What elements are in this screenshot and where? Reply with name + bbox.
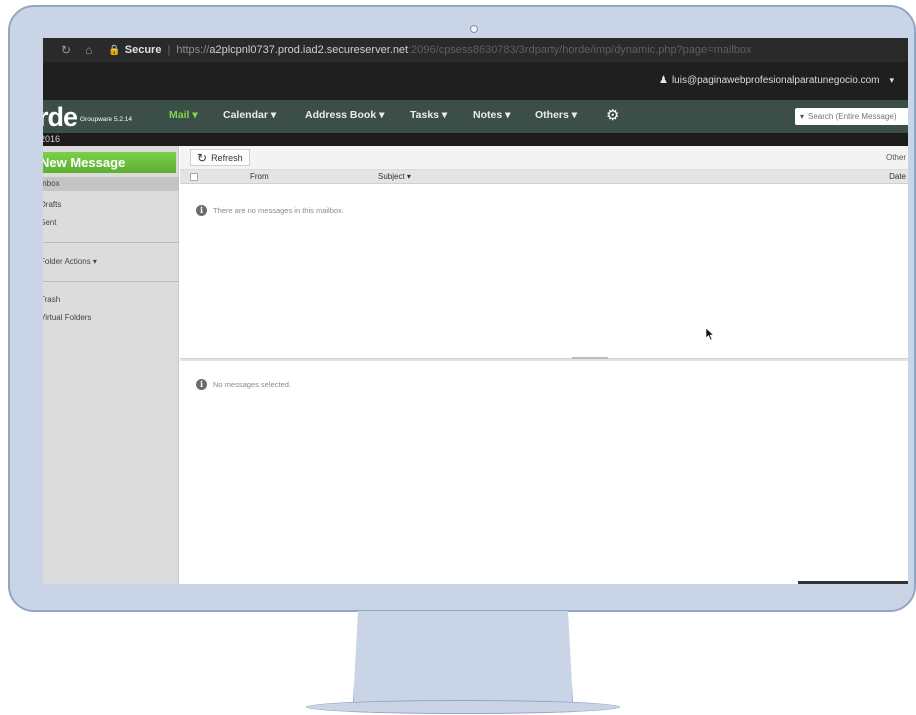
nav-calendar[interactable]: Calendar ▾ — [223, 109, 276, 121]
column-from[interactable]: From — [250, 172, 269, 181]
year-label: 2016 — [43, 134, 61, 144]
nav-address-book[interactable]: Address Book ▾ — [305, 109, 384, 121]
user-email: luis@paginawebprofesionalparatunegocio.c… — [671, 75, 880, 86]
gear-icon[interactable]: ⚙ — [606, 106, 619, 124]
app-logo: rde — [43, 102, 78, 132]
reload-icon[interactable]: ↻ — [61, 43, 71, 57]
sidebar-divider — [43, 242, 179, 243]
folder-inbox[interactable]: Inbox — [43, 177, 179, 191]
monitor-base — [306, 700, 620, 714]
sidebar-divider — [43, 281, 179, 282]
folder-virtual-folders[interactable]: Virtual Folders — [43, 313, 91, 322]
app-version: Groupware 5.2.14 — [80, 116, 133, 123]
info-icon: i — [196, 205, 207, 216]
select-all-checkbox[interactable] — [190, 173, 198, 181]
screen: ↻ ⌂ 🔒 Secure | https://a2plcpnl0737.prod… — [43, 38, 908, 584]
url-separator: | — [167, 44, 171, 56]
refresh-label: Refresh — [211, 152, 243, 163]
mailbox-pane: ↻ Refresh Other From Subject ▾ Date i Th… — [180, 146, 908, 584]
user-bar: ♟ luis@paginawebprofesionalparatunegocio… — [43, 62, 908, 100]
horizontal-scrollbar[interactable] — [798, 581, 908, 584]
secure-label: Secure — [124, 44, 162, 56]
folder-actions-menu[interactable]: Folder Actions ▾ — [43, 257, 97, 266]
splitter-handle[interactable] — [572, 357, 608, 359]
refresh-button[interactable]: ↻ Refresh — [190, 149, 250, 166]
info-icon: i — [196, 379, 207, 390]
search-box[interactable]: ▾ — [795, 108, 908, 125]
search-input[interactable] — [808, 112, 899, 121]
refresh-icon: ↻ — [197, 150, 208, 165]
other-menu[interactable]: Other — [886, 153, 906, 162]
monitor-frame: ↻ ⌂ 🔒 Secure | https://a2plcpnl0737.prod… — [8, 5, 916, 612]
search-scope-dropdown-icon[interactable]: ▾ — [800, 112, 804, 121]
main-nav: rde Groupware 5.2.14 Mail ▾ Calendar ▾ A… — [43, 100, 908, 133]
subheader-bar: 2016 — [43, 133, 908, 146]
sidebar: New Message Inbox Drafts Sent Folder Act… — [43, 146, 179, 584]
column-subject[interactable]: Subject ▾ — [378, 172, 411, 181]
message-list-header: From Subject ▾ Date — [180, 170, 908, 184]
monitor-stand — [353, 611, 573, 703]
mouse-cursor-icon — [705, 327, 715, 341]
new-message-button[interactable]: New Message — [43, 152, 176, 173]
preview-notice: i No messages selected. — [196, 379, 291, 390]
folder-trash[interactable]: Trash — [43, 295, 60, 304]
nav-tasks[interactable]: Tasks ▾ — [410, 109, 447, 121]
url-field[interactable]: https://a2plcpnl0737.prod.iad2.secureser… — [176, 44, 751, 56]
mailbox-toolbar: ↻ Refresh Other — [180, 146, 908, 170]
folder-sent[interactable]: Sent — [43, 218, 56, 227]
browser-address-bar: ↻ ⌂ 🔒 Secure | https://a2plcpnl0737.prod… — [43, 38, 908, 62]
chevron-down-icon: ▾ — [889, 75, 894, 85]
camera-dot — [470, 25, 478, 33]
empty-mailbox-notice: i There are no messages in this mailbox. — [196, 205, 344, 216]
lock-icon: 🔒 — [108, 44, 121, 56]
preview-text: No messages selected. — [213, 380, 291, 389]
nav-others[interactable]: Others ▾ — [535, 109, 577, 121]
home-icon[interactable]: ⌂ — [85, 43, 92, 57]
column-date[interactable]: Date — [889, 172, 906, 181]
pane-splitter[interactable] — [180, 358, 908, 361]
folder-drafts[interactable]: Drafts — [43, 200, 61, 209]
nav-notes[interactable]: Notes ▾ — [473, 109, 510, 121]
empty-mailbox-text: There are no messages in this mailbox. — [213, 206, 344, 215]
nav-mail[interactable]: Mail ▾ — [169, 109, 198, 121]
user-icon: ♟ — [658, 75, 668, 86]
user-menu[interactable]: ♟ luis@paginawebprofesionalparatunegocio… — [659, 75, 894, 86]
